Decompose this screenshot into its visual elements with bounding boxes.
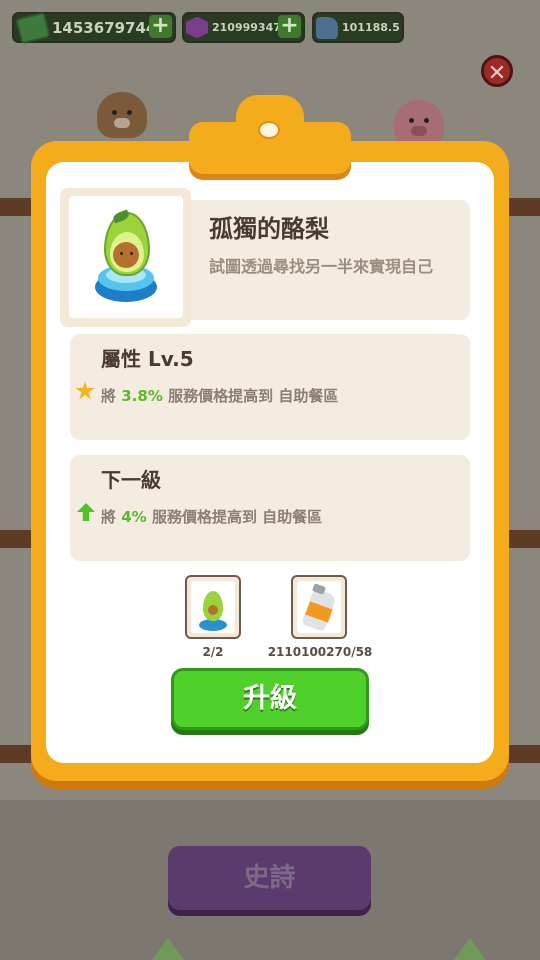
avocado-eye	[130, 252, 133, 255]
attribute-prefix: 將	[101, 387, 117, 405]
next-level-value: 4%	[121, 508, 147, 526]
close-button[interactable]: ✕	[481, 55, 513, 87]
pig-character	[394, 100, 444, 146]
add-gems-button[interactable]: +	[278, 15, 301, 38]
cash-icon	[15, 11, 51, 44]
next-level-suffix: 服務價格提高到 自助餐區	[151, 508, 323, 526]
clip-hole	[258, 121, 280, 139]
avocado-eye	[120, 252, 123, 255]
tree-icon	[454, 938, 486, 960]
tree-icon	[152, 938, 184, 960]
gem-icon	[186, 16, 208, 39]
attribute-title: 屬性 Lv.5	[101, 347, 194, 371]
cash-amount: 1453679744	[52, 18, 157, 37]
add-cash-button[interactable]: +	[149, 15, 172, 38]
thumbs-up-icon	[316, 16, 338, 39]
item-description: 試圖透過尋找另一半來實現自己	[209, 257, 434, 276]
likes-counter: 101188.5	[312, 12, 404, 43]
upgrade-button[interactable]: 升級	[171, 668, 369, 730]
avocado-count: 2/2	[202, 645, 224, 659]
attribute-effect: 將 3.8% 服務價格提高到 自助餐區	[101, 385, 338, 406]
next-level-prefix: 將	[101, 508, 117, 526]
avocado-pit	[208, 605, 218, 615]
requirement-bottle-slot	[291, 575, 347, 639]
next-level-effect: 將 4% 服務價格提高到 自助餐區	[101, 506, 322, 527]
likes-amount: 101188.5	[342, 21, 400, 34]
avocado-pit	[113, 242, 139, 268]
bear-character	[97, 92, 147, 138]
item-name: 孤獨的酪梨	[209, 215, 329, 243]
cash-counter: 1453679744 +	[12, 11, 176, 44]
bottle-count: 2110100270/58	[267, 645, 373, 659]
attribute-suffix: 服務價格提高到 自助餐區	[168, 387, 339, 405]
requirement-avocado-slot	[185, 575, 241, 639]
next-level-title: 下一級	[101, 468, 161, 492]
epic-button[interactable]: 史詩	[168, 846, 371, 910]
gem-counter: 2109993472 +	[182, 12, 305, 43]
attribute-value: 3.8%	[121, 387, 163, 405]
